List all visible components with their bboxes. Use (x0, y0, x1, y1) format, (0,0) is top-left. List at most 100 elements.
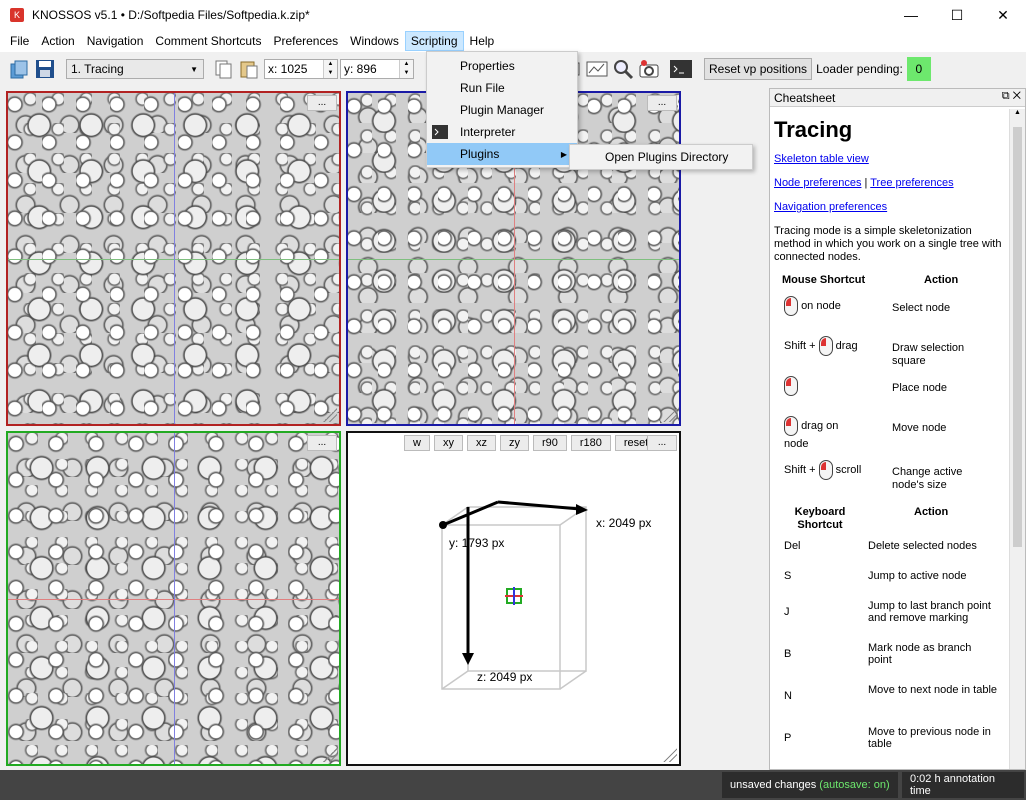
terminal-icon (432, 125, 448, 139)
save-icon[interactable] (32, 56, 58, 82)
resize-grip-icon[interactable] (323, 748, 337, 762)
menu-item-properties[interactable]: Properties (427, 55, 577, 77)
menu-item-interpreter-label: Interpreter (460, 125, 516, 139)
y-spin-arrows[interactable]: ▲ ▼ (399, 60, 413, 78)
x-coordinate-field[interactable]: x: 1025 ▲ ▼ (264, 59, 338, 79)
cheatsheet-dock-title: Cheatsheet (774, 90, 836, 105)
link-tree-preferences[interactable]: Tree preferences (870, 177, 953, 189)
mouse-shortcut-header: Mouse Shortcut (782, 274, 866, 286)
menu-item-plugin-manager[interactable]: Plugin Manager (427, 99, 577, 121)
resize-grip-icon[interactable] (663, 408, 677, 422)
menu-item-open-plugins-directory[interactable]: Open Plugins Directory (569, 144, 753, 170)
viewport-xy[interactable]: ... (6, 91, 341, 426)
mouse-row: on node Select node (774, 296, 1009, 336)
keyboard-key: Del (784, 540, 801, 552)
mouse-shortcut (784, 376, 798, 396)
menu-windows[interactable]: Windows (344, 31, 405, 51)
maximize-button[interactable]: ☐ (934, 0, 980, 30)
close-button[interactable]: ✕ (980, 0, 1026, 30)
menu-comment-shortcuts[interactable]: Comment Shortcuts (149, 31, 267, 51)
menu-preferences[interactable]: Preferences (267, 31, 344, 51)
mode-select[interactable]: 1. Tracing ▼ (66, 59, 204, 79)
viewport-menu-button[interactable]: ... (647, 95, 677, 111)
menu-bar: File Action Navigation Comment Shortcuts… (0, 30, 1026, 52)
menu-help[interactable]: Help (464, 31, 501, 51)
viewport-menu-button[interactable]: ... (307, 95, 337, 111)
bounding-box-3d (439, 500, 588, 690)
keyboard-key: P (784, 732, 792, 744)
keyboard-row: J Jump to last branch point and remove m… (774, 600, 1009, 642)
loader-pending-label: Loader pending: (816, 62, 903, 76)
scroll-mouse-icon (818, 460, 833, 480)
mouse-row: drag on node Move node (774, 416, 1009, 460)
menu-item-run-file[interactable]: Run File (427, 77, 577, 99)
resize-grip-icon[interactable] (323, 408, 337, 422)
mouse-row: Shift + drag Draw selection square (774, 336, 1009, 376)
menu-item-plugins[interactable]: Plugins ▶ (427, 143, 577, 165)
scroll-up-icon[interactable]: ▲ (1010, 109, 1025, 116)
crosshair-vertical (174, 433, 175, 764)
zoom-icon[interactable] (610, 56, 636, 82)
menu-item-plugins-label: Plugins (460, 147, 500, 161)
mouse-shortcut: on node (784, 296, 841, 316)
right-mouse-icon (784, 416, 798, 436)
autosave-text: (autosave: on) (819, 779, 890, 791)
chevron-down-icon: ▼ (190, 64, 198, 74)
snapshot-icon[interactable] (636, 56, 662, 82)
mouse-shortcut-text: on node (801, 299, 841, 312)
resize-grip-icon[interactable] (663, 748, 677, 762)
menu-file[interactable]: File (4, 31, 35, 51)
viewport-3d[interactable]: w xy xz zy r90 r180 reset ... x: 2049 px… (346, 431, 681, 766)
menu-navigation[interactable]: Navigation (81, 31, 150, 51)
viewport-menu-button[interactable]: ... (307, 435, 337, 451)
mouse-shortcut: Shift + drag (784, 336, 858, 356)
cheatsheet-scrollbar[interactable]: ▲ (1009, 109, 1025, 769)
knossos-app-icon: K (10, 8, 24, 22)
mouse-action-header: Action (924, 274, 959, 286)
cheatsheet-dock-header: Cheatsheet ⧉ ✕ (770, 89, 1025, 107)
annotation-time: 0:02 h annotation time (902, 772, 1024, 798)
mouse-action: Move node (892, 422, 947, 434)
tracing-description: Tracing mode is a simple skeletonization… (774, 225, 1002, 263)
scripting-dropdown-menu: Properties Run File Plugin Manager Inter… (426, 51, 578, 168)
keyboard-action: Mark node as branch point (868, 642, 972, 666)
scrollbar-thumb[interactable] (1013, 127, 1022, 547)
y-coordinate-field[interactable]: y: 896 ▲ ▼ (340, 59, 414, 79)
mouse-shortcut-suffix: drag (835, 339, 858, 352)
chevron-right-icon: ▶ (560, 149, 567, 159)
status-bar: unsaved changes (autosave: on) 0:02 h an… (0, 770, 1026, 800)
mouse-shortcut-text: Shift + (784, 463, 819, 476)
viewport-xz[interactable]: ... (6, 431, 341, 766)
keyboard-action: Move to previous node in table (868, 726, 991, 750)
link-navigation-preferences[interactable]: Navigation preferences (774, 201, 1009, 213)
dock-float-close-icon[interactable]: ⧉ ✕ (1002, 90, 1021, 103)
copy-icon[interactable] (210, 56, 236, 82)
link-separator: | (864, 177, 868, 189)
axis-x-label: x: 2049 px (596, 516, 652, 530)
link-skeleton-table-view[interactable]: Skeleton table view (774, 153, 1009, 165)
window-title: KNOSSOS v5.1 • D:/Softpedia Files/Softpe… (32, 8, 310, 22)
mode-select-value: 1. Tracing (71, 62, 124, 76)
cheatsheet-dock: Cheatsheet ⧉ ✕ Tracing Skeleton table vi… (769, 88, 1026, 770)
keyboard-key: B (784, 648, 792, 660)
keyboard-table-header: Keyboard Shortcut Action (774, 506, 1009, 540)
link-node-preferences[interactable]: Node preferences (774, 177, 861, 189)
menu-scripting[interactable]: Scripting (404, 31, 464, 51)
graph-icon[interactable] (584, 56, 610, 82)
mouse-row: Shift + scroll Change active node's size (774, 460, 1009, 500)
keyboard-row: N Move to next node in table (774, 684, 1009, 726)
minimize-button[interactable]: — (888, 0, 934, 30)
loader-pending-count: 0 (906, 57, 931, 81)
open-icon[interactable] (6, 56, 32, 82)
x-spin-arrows[interactable]: ▲ ▼ (323, 60, 337, 78)
paste-icon[interactable] (236, 56, 262, 82)
keyboard-row: P Move to previous node in table (774, 726, 1009, 767)
terminal-icon[interactable] (668, 56, 694, 82)
keyboard-action: Delete selected nodes (868, 540, 977, 552)
reset-vp-positions-button[interactable]: Reset vp positions (704, 58, 813, 80)
menu-action[interactable]: Action (35, 31, 80, 51)
mouse-shortcut: drag on node (784, 416, 864, 452)
menu-item-interpreter[interactable]: Interpreter (427, 121, 577, 143)
right-mouse-icon (784, 376, 798, 396)
cheatsheet-content: Tracing Skeleton table view Node prefere… (774, 111, 1009, 767)
